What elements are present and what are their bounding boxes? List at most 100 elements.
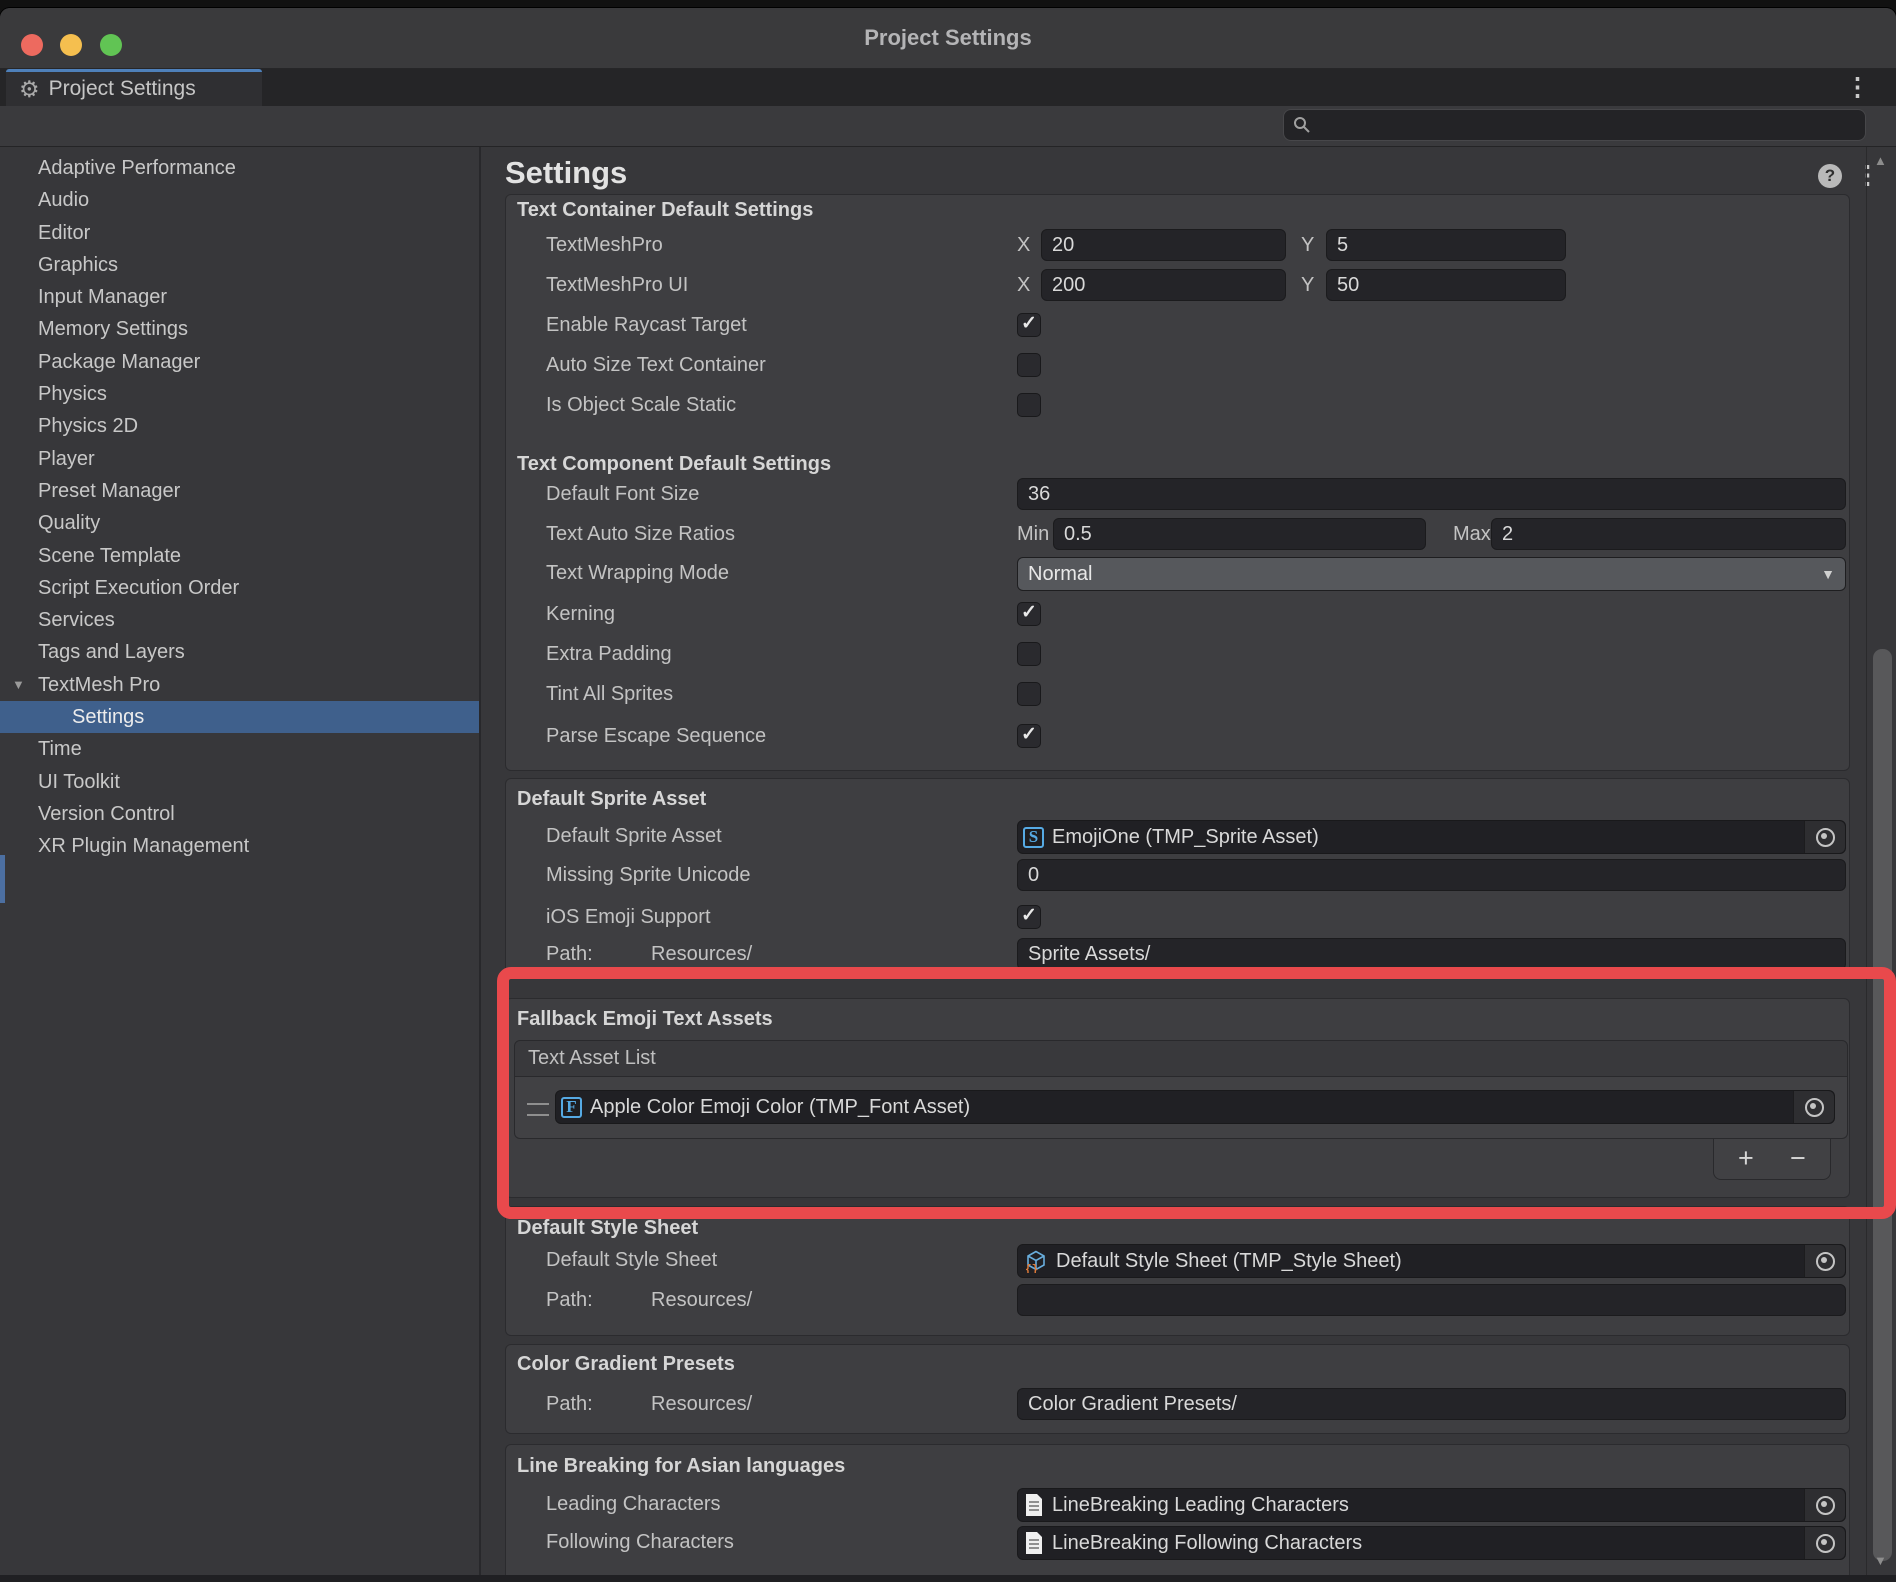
sidebar-item-xr-plugin-management[interactable]: XR Plugin Management [0,830,479,862]
sidebar-item-textmesh-pro[interactable]: ▼TextMesh Pro [0,669,479,701]
is-object-scale-static-checkbox[interactable] [1017,393,1041,417]
textmeshpro-ui-y-input[interactable]: 50 [1326,269,1566,301]
enable-raycast-target-checkbox[interactable] [1017,313,1041,337]
parse-escape-sequence-checkbox[interactable] [1017,724,1041,748]
sidebar-item-quality[interactable]: Quality [0,507,479,539]
sidebar-item-package-manager[interactable]: Package Manager [0,346,479,378]
leading-characters-object-field[interactable]: LineBreaking Leading Characters [1017,1488,1846,1522]
field-label: iOS Emoji Support [546,901,711,933]
tab-strip: ⚙ Project Settings ⋮ [0,69,1896,106]
textmeshpro-ui-x-input[interactable]: 200 [1041,269,1286,301]
field-label: Parse Escape Sequence [546,720,766,752]
sidebar-item-ui-toolkit[interactable]: UI Toolkit [0,766,479,798]
sidebar-item-player[interactable]: Player [0,443,479,475]
style-sheet-asset-icon: {} [1024,1249,1048,1273]
textmeshpro-y-input[interactable]: 5 [1326,229,1566,261]
sidebar-item-services[interactable]: Services [0,604,479,636]
following-characters-object-field[interactable]: LineBreaking Following Characters [1017,1526,1846,1560]
auto-size-text-container-checkbox[interactable] [1017,353,1041,377]
sidebar-item-adaptive-performance[interactable]: Adaptive Performance [0,152,479,184]
section-header: Default Sprite Asset [517,788,706,811]
section-color-gradient-presets: Color Gradient Presets Path: Resources/ … [505,1344,1850,1434]
default-style-sheet-object-field[interactable]: {} Default Style Sheet (TMP_Style Sheet) [1017,1244,1846,1278]
section-header: Text Container Default Settings [517,199,813,222]
chevron-down-icon: ▼ [1821,558,1835,590]
row-default-sprite-asset: Default Sprite Asset S EmojiOne (TMP_Spr… [506,820,1849,854]
style-sheet-path-input[interactable] [1017,1284,1846,1316]
settings-main-panel: Settings ? ⋮ Text Container Default Sett… [483,147,1896,1575]
search-input[interactable] [1311,113,1835,137]
fallback-font-asset-object-field[interactable]: F Apple Color Emoji Color (TMP_Font Asse… [555,1090,1835,1124]
field-label: Default Sprite Asset [546,820,722,852]
sidebar-item-input-manager[interactable]: Input Manager [0,281,479,313]
field-label: Extra Padding [546,638,672,670]
tabbar-menu-icon[interactable]: ⋮ [1845,75,1870,100]
section-text-defaults: Text Container Default Settings TextMesh… [505,194,1850,771]
text-asset-list-header[interactable]: Text Asset List [514,1040,1848,1077]
scrollbar-divider [1866,147,1867,1575]
add-item-button[interactable]: + [1738,1139,1754,1177]
sidebar-item-preset-manager[interactable]: Preset Manager [0,475,479,507]
sidebar-item-memory-settings[interactable]: Memory Settings [0,313,479,345]
background-window-artifact [0,855,5,903]
default-font-size-input[interactable]: 36 [1017,478,1846,510]
min-label: Min [1017,518,1049,550]
sidebar-item-audio[interactable]: Audio [0,184,479,216]
sidebar-item-tags-and-layers[interactable]: Tags and Layers [0,636,479,668]
y-axis-label: Y [1301,229,1314,261]
tint-all-sprites-checkbox[interactable] [1017,682,1041,706]
auto-size-max-input[interactable]: 2 [1491,518,1846,550]
extra-padding-checkbox[interactable] [1017,642,1041,666]
sidebar-item-graphics[interactable]: Graphics [0,249,479,281]
sidebar-item-scene-template[interactable]: Scene Template [0,540,479,572]
sidebar-item-textmeshpro-settings[interactable]: Settings [0,701,479,733]
drag-handle-icon[interactable] [527,1103,549,1116]
textmeshpro-x-input[interactable]: 20 [1041,229,1286,261]
search-box[interactable] [1283,109,1866,141]
object-picker-button[interactable] [1804,1527,1845,1559]
row-enable-raycast-target: Enable Raycast Target [506,309,1849,341]
sprite-path-input[interactable]: Sprite Assets/ [1017,938,1846,970]
section-fallback-emoji-text-assets: Fallback Emoji Text Assets Text Asset Li… [505,998,1850,1198]
gradient-presets-path-input[interactable]: Color Gradient Presets/ [1017,1388,1846,1420]
field-label: Enable Raycast Target [546,309,747,341]
ios-emoji-support-checkbox[interactable] [1017,905,1041,929]
row-gradient-path: Path: Resources/ Color Gradient Presets/ [506,1388,1849,1420]
tab-project-settings[interactable]: ⚙ Project Settings [6,69,262,106]
section-header: Text Component Default Settings [517,453,831,476]
text-wrapping-mode-dropdown[interactable]: Normal ▼ [1017,557,1846,591]
field-label: Tint All Sprites [546,678,673,710]
row-ios-emoji-support: iOS Emoji Support [506,901,1849,933]
sidebar-item-physics-2d[interactable]: Physics 2D [0,410,479,442]
remove-item-button[interactable]: − [1790,1139,1806,1177]
object-picker-button[interactable] [1804,1245,1845,1277]
object-picker-icon [1816,1496,1835,1515]
scroll-down-icon[interactable]: ▼ [1874,1553,1887,1568]
object-picker-button[interactable] [1804,821,1845,853]
row-textmeshpro-ui: TextMeshPro UI X 200 Y 50 [506,269,1849,301]
tab-label: Project Settings [49,77,196,101]
chevron-down-icon[interactable]: ▼ [12,669,25,701]
vertical-scrollbar-thumb[interactable] [1873,649,1892,1561]
object-picker-icon [1816,1252,1835,1271]
kerning-checkbox[interactable] [1017,602,1041,626]
sidebar-item-editor[interactable]: Editor [0,217,479,249]
object-picker-icon [1816,828,1835,847]
scroll-up-icon[interactable]: ▲ [1874,153,1887,168]
help-icon[interactable]: ? [1818,164,1842,188]
object-picker-button[interactable] [1793,1091,1834,1123]
missing-sprite-unicode-input[interactable]: 0 [1017,859,1846,891]
sidebar-item-script-execution-order[interactable]: Script Execution Order [0,572,479,604]
row-text-auto-size-ratios: Text Auto Size Ratios Min 0.5 Max 2 [506,518,1849,550]
sidebar-item-physics[interactable]: Physics [0,378,479,410]
default-sprite-asset-object-field[interactable]: S EmojiOne (TMP_Sprite Asset) [1017,820,1846,854]
settings-category-sidebar: Adaptive Performance Audio Editor Graphi… [0,147,481,1575]
sidebar-item-time[interactable]: Time [0,733,479,765]
object-field-value: Apple Color Emoji Color (TMP_Font Asset) [590,1096,970,1119]
section-header: Line Breaking for Asian languages [517,1455,845,1478]
auto-size-min-input[interactable]: 0.5 [1053,518,1426,550]
object-picker-button[interactable] [1804,1489,1845,1521]
svg-text:{}: {} [1025,1264,1038,1273]
field-label: Default Style Sheet [546,1244,717,1276]
sidebar-item-version-control[interactable]: Version Control [0,798,479,830]
